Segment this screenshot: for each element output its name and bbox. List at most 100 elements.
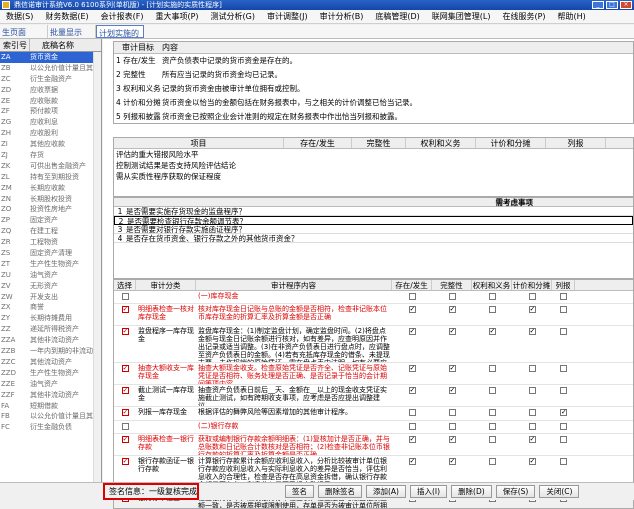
- list-item[interactable]: ZH 应收股利: [0, 128, 101, 139]
- assertion-checkbox[interactable]: [560, 305, 567, 313]
- sidebar-scrollbar[interactable]: [93, 52, 101, 482]
- select-checkbox[interactable]: [121, 435, 129, 443]
- menu-help[interactable]: 帮助(H): [552, 11, 592, 22]
- procedure-row[interactable]: 抽查大额收支一库存现金抽查大额现金收支。检查原始凭证是否齐全、记账凭证与原始凭证…: [114, 363, 633, 385]
- remove-sign-button[interactable]: 删除签名: [318, 485, 362, 498]
- select-checkbox[interactable]: [121, 305, 129, 313]
- assertion-checkbox[interactable]: [448, 305, 456, 313]
- assertion-checkbox[interactable]: [408, 386, 416, 394]
- select-checkbox[interactable]: [121, 408, 129, 416]
- assertion-checkbox[interactable]: [528, 327, 536, 335]
- assertion-checkbox[interactable]: [488, 457, 496, 465]
- list-item[interactable]: ZC 衍生金融资产: [0, 74, 101, 85]
- assertion-checkbox[interactable]: [408, 435, 416, 443]
- menu-data[interactable]: 数据(S): [0, 11, 39, 22]
- assertion-checkbox[interactable]: [528, 408, 536, 416]
- objective-row[interactable]: 2 完整性 所有应当记录的货币资金均已记录。: [114, 68, 633, 82]
- assertion-checkbox[interactable]: [488, 435, 496, 443]
- list-item[interactable]: ZR 工程物资: [0, 237, 101, 248]
- list-item[interactable]: ZU 油气资产: [0, 270, 101, 281]
- select-checkbox[interactable]: [121, 327, 129, 335]
- list-item[interactable]: ZE 应收账款: [0, 96, 101, 107]
- tab-plan[interactable]: 计划实施的: [96, 25, 144, 38]
- concern-row[interactable]: 1 是否需要实施存货现金的监盘程序？: [114, 207, 633, 216]
- assertion-checkbox[interactable]: [448, 435, 456, 443]
- assertion-checkbox[interactable]: [528, 292, 536, 300]
- assertion-checkbox[interactable]: [560, 457, 567, 465]
- insert-button[interactable]: 插入(I): [409, 485, 448, 498]
- close-button[interactable]: ×: [620, 1, 632, 9]
- list-item[interactable]: FC 衍生金融负债: [0, 422, 101, 433]
- objective-row[interactable]: 1 存在/发生 资产负债表中记录的货币资金是存在的。: [114, 54, 633, 68]
- assertion-checkbox[interactable]: [488, 422, 496, 430]
- list-item[interactable]: ZZC 其他流动资产: [0, 357, 101, 368]
- procedure-row[interactable]: 监盘程序一库存现金监盘库存现金：(1)制定监盘计划，确定监盘时间。(2)将盘点金…: [114, 326, 633, 363]
- col-code-header[interactable]: 索引号: [0, 39, 30, 51]
- assertion-checkbox[interactable]: [528, 305, 536, 313]
- list-item[interactable]: ZF 预付款项: [0, 106, 101, 117]
- assertion-checkbox[interactable]: [408, 292, 416, 300]
- list-item[interactable]: ZB 以公允价值计量且其变: [0, 63, 101, 74]
- menu-audit-analysis[interactable]: 审计分析(B): [314, 11, 370, 22]
- assertion-checkbox[interactable]: [560, 292, 567, 300]
- assertion-checkbox[interactable]: [408, 327, 416, 335]
- col-name-header[interactable]: 底稿名称: [30, 39, 101, 51]
- list-item[interactable]: ZJ 存货: [0, 150, 101, 161]
- procedure-row[interactable]: 截止测试一库存现金抽查资产负债表日前后__天、金额在__以上的现金收支凭证实施截…: [114, 385, 633, 407]
- assertion-checkbox[interactable]: [448, 327, 456, 335]
- assertion-checkbox[interactable]: [488, 327, 496, 335]
- tab-batch[interactable]: 批量显示: [48, 25, 96, 38]
- objective-row[interactable]: 5 列报和披露 货币资金已按照企业会计准则的规定在财务报表中作出恰当列报和披露。: [114, 110, 633, 124]
- minimize-button[interactable]: _: [592, 1, 604, 9]
- assertion-checkbox[interactable]: [528, 435, 536, 443]
- menu-financial-data[interactable]: 财务数据(E): [39, 11, 94, 22]
- assertion-row[interactable]: 需从实质性程序获取的保证程度: [114, 171, 633, 182]
- menu-group[interactable]: 联网集团管理(L): [426, 11, 497, 22]
- assertion-checkbox[interactable]: [448, 364, 456, 372]
- list-item[interactable]: ZW 开发支出: [0, 292, 101, 303]
- menu-workpaper[interactable]: 底稿管理(D): [369, 11, 425, 22]
- select-checkbox[interactable]: [121, 422, 129, 430]
- assertion-checkbox[interactable]: [448, 386, 456, 394]
- list-item[interactable]: ZZD 生产性生物资产: [0, 368, 101, 379]
- assertion-checkbox[interactable]: [448, 457, 456, 465]
- list-item[interactable]: ZN 长期股权投资: [0, 194, 101, 205]
- list-item[interactable]: ZZA 其他非流动资产: [0, 335, 101, 346]
- procedure-row[interactable]: 明细表检查一核对库存现金核对库存现金日记账与总账的金额是否相符，检查非记账本位币…: [114, 304, 633, 326]
- procedure-row[interactable]: 明细表检查一银行存款获取或编制银行存款余额明细表：(1)复核加计是否正确，并与总…: [114, 434, 633, 456]
- menu-audit-adjust[interactable]: 审计调整(J): [261, 11, 314, 22]
- assertion-checkbox[interactable]: [528, 386, 536, 394]
- list-item[interactable]: ZD 应收票据: [0, 85, 101, 96]
- assertion-checkbox[interactable]: [408, 457, 416, 465]
- list-item[interactable]: ZZF 其他非流动资产: [0, 390, 101, 401]
- procedure-row[interactable]: (二)银行存款: [114, 421, 633, 434]
- assertion-row[interactable]: 控制测试结果是否支持风险评估结论: [114, 160, 633, 171]
- list-item[interactable]: ZV 无形资产: [0, 281, 101, 292]
- list-item[interactable]: ZZ 递延所得税资产: [0, 324, 101, 335]
- menu-test-analysis[interactable]: 测试分析(G): [205, 11, 261, 22]
- assertion-checkbox[interactable]: [528, 457, 536, 465]
- assertion-checkbox[interactable]: [560, 422, 567, 430]
- concern-row[interactable]: 3 是否需要对银行存款实施函证程序？: [114, 225, 633, 234]
- list-item[interactable]: FA 短期借款: [0, 401, 101, 412]
- assertion-checkbox[interactable]: [448, 422, 456, 430]
- sign-button[interactable]: 签名: [285, 485, 314, 498]
- list-item[interactable]: ZZE 油气资产: [0, 379, 101, 390]
- assertion-checkbox[interactable]: [560, 435, 567, 443]
- list-item[interactable]: ZS 固定资产清理: [0, 248, 101, 259]
- menu-major-items[interactable]: 重大事项(P): [149, 11, 204, 22]
- assertion-checkbox[interactable]: [560, 327, 567, 335]
- list-item[interactable]: ZY 长期待摊费用: [0, 313, 101, 324]
- tab-page[interactable]: 生页面: [0, 25, 48, 38]
- list-item[interactable]: ZT 生产性生物资产: [0, 259, 101, 270]
- assertion-checkbox[interactable]: [448, 292, 456, 300]
- select-checkbox[interactable]: [121, 364, 129, 372]
- list-item[interactable]: ZL 持有至到期投资: [0, 172, 101, 183]
- list-item[interactable]: ZO 投资性房地产: [0, 204, 101, 215]
- procedure-row[interactable]: (一)库存现金: [114, 291, 633, 304]
- maximize-button[interactable]: □: [606, 1, 618, 9]
- list-item[interactable]: ZA 货币资金: [0, 52, 101, 63]
- assertion-checkbox[interactable]: [560, 408, 567, 416]
- save-button[interactable]: 保存(S): [495, 485, 536, 498]
- assertion-checkbox[interactable]: [528, 422, 536, 430]
